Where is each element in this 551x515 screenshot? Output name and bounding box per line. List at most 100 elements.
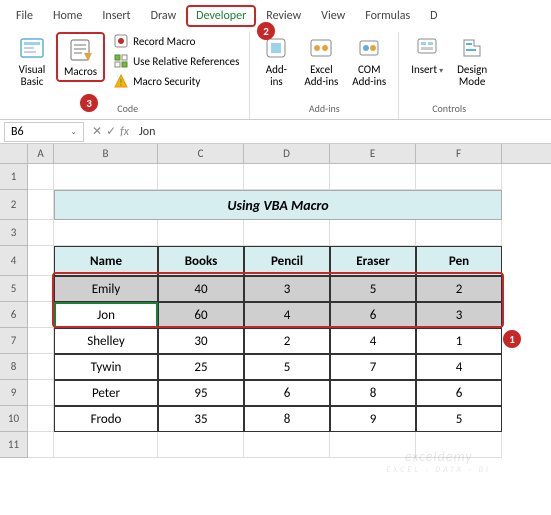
tab-overflow[interactable]: D xyxy=(420,5,447,27)
table-cell[interactable]: Frodo xyxy=(54,406,158,432)
cell[interactable] xyxy=(244,164,330,190)
col-header-C[interactable]: C xyxy=(158,144,244,163)
tab-file[interactable]: File xyxy=(6,5,43,27)
table-cell[interactable]: 35 xyxy=(158,406,244,432)
row-header[interactable]: 9 xyxy=(0,380,28,406)
name-box[interactable]: B6 ⌄ xyxy=(4,122,84,142)
table-cell[interactable]: 4 xyxy=(244,302,330,328)
table-cell[interactable]: Emily xyxy=(54,276,158,302)
table-cell[interactable]: 9 xyxy=(330,406,416,432)
cell[interactable] xyxy=(28,354,54,380)
table-cell[interactable]: 4 xyxy=(330,328,416,354)
cell[interactable] xyxy=(158,432,244,458)
cell[interactable] xyxy=(54,220,158,246)
table-header[interactable]: Name xyxy=(54,246,158,276)
tab-formulas[interactable]: Formulas xyxy=(355,5,420,27)
table-header[interactable]: Pen xyxy=(416,246,502,276)
cell[interactable] xyxy=(330,220,416,246)
cell[interactable] xyxy=(28,220,54,246)
cancel-icon[interactable]: ✕ xyxy=(92,124,102,139)
col-header-F[interactable]: F xyxy=(416,144,502,163)
tab-developer[interactable]: Developer xyxy=(186,5,256,27)
cell[interactable] xyxy=(330,164,416,190)
table-cell[interactable]: 8 xyxy=(244,406,330,432)
cell[interactable] xyxy=(28,190,54,220)
table-cell[interactable]: 5 xyxy=(416,406,502,432)
chevron-down-icon[interactable]: ⌄ xyxy=(70,127,77,137)
excel-addins-button[interactable]: Excel Add-ins xyxy=(300,32,342,90)
design-mode-button[interactable]: Design Mode xyxy=(453,32,491,90)
enter-icon[interactable]: ✓ xyxy=(106,124,116,139)
row-header[interactable]: 8 xyxy=(0,354,28,380)
row-header[interactable]: 11 xyxy=(0,432,28,458)
col-header-B[interactable]: B xyxy=(54,144,158,163)
cell[interactable] xyxy=(416,220,502,246)
table-cell[interactable]: 5 xyxy=(330,276,416,302)
visual-basic-button[interactable]: Visual Basic xyxy=(14,32,50,90)
cell[interactable] xyxy=(28,328,54,354)
table-header[interactable]: Books xyxy=(158,246,244,276)
table-cell[interactable]: 2 xyxy=(244,328,330,354)
table-cell[interactable]: Peter xyxy=(54,380,158,406)
com-addins-button[interactable]: COM Add-ins xyxy=(348,32,390,90)
table-cell[interactable]: 25 xyxy=(158,354,244,380)
cell[interactable] xyxy=(28,302,54,328)
record-macro-button[interactable]: Record Macro xyxy=(111,32,241,50)
cell[interactable] xyxy=(28,276,54,302)
cell[interactable] xyxy=(54,432,158,458)
table-cell[interactable]: 6 xyxy=(244,380,330,406)
table-cell[interactable]: 5 xyxy=(244,354,330,380)
tab-draw[interactable]: Draw xyxy=(141,5,187,27)
insert-button[interactable]: Insert▾ xyxy=(407,32,447,78)
table-cell[interactable]: Tywin xyxy=(54,354,158,380)
cell[interactable] xyxy=(244,432,330,458)
cell[interactable] xyxy=(416,432,502,458)
row-header[interactable]: 6 xyxy=(0,302,28,328)
cell[interactable] xyxy=(244,220,330,246)
table-cell[interactable]: 95 xyxy=(158,380,244,406)
table-cell[interactable]: 3 xyxy=(244,276,330,302)
tab-home[interactable]: Home xyxy=(43,5,92,27)
table-cell[interactable]: 7 xyxy=(330,354,416,380)
tab-view[interactable]: View xyxy=(311,5,355,27)
table-cell[interactable]: 30 xyxy=(158,328,244,354)
select-all-corner[interactable] xyxy=(0,144,28,163)
use-relative-button[interactable]: Use Relative References xyxy=(111,52,241,70)
row-header[interactable]: 7 xyxy=(0,328,28,354)
row-header[interactable]: 10 xyxy=(0,406,28,432)
table-cell[interactable]: 40 xyxy=(158,276,244,302)
macro-security-button[interactable]: Macro Security xyxy=(111,72,241,90)
macros-button[interactable]: Macros xyxy=(56,32,105,82)
cell[interactable] xyxy=(28,406,54,432)
row-header[interactable]: 2 xyxy=(0,190,28,220)
addins-button[interactable]: Add- ins xyxy=(258,32,294,90)
table-cell[interactable]: 2 xyxy=(416,276,502,302)
cell[interactable] xyxy=(158,220,244,246)
row-header[interactable]: 1 xyxy=(0,164,28,190)
cell[interactable] xyxy=(54,164,158,190)
cell[interactable] xyxy=(416,164,502,190)
table-cell[interactable]: 60 xyxy=(158,302,244,328)
cell[interactable] xyxy=(28,380,54,406)
table-cell[interactable]: 6 xyxy=(416,380,502,406)
table-cell[interactable]: 4 xyxy=(416,354,502,380)
cell[interactable] xyxy=(28,164,54,190)
col-header-A[interactable]: A xyxy=(28,144,54,163)
table-cell[interactable]: 3 xyxy=(416,302,502,328)
col-header-E[interactable]: E xyxy=(330,144,416,163)
row-header[interactable]: 3 xyxy=(0,220,28,246)
table-title[interactable]: Using VBA Macro xyxy=(54,190,502,220)
formula-input[interactable]: Jon xyxy=(133,123,551,141)
active-cell[interactable]: Jon xyxy=(54,302,158,328)
cell[interactable] xyxy=(28,246,54,276)
cell[interactable] xyxy=(330,432,416,458)
tab-insert[interactable]: Insert xyxy=(92,5,140,27)
fx-icon[interactable]: fx xyxy=(120,125,129,139)
table-cell[interactable]: 8 xyxy=(330,380,416,406)
row-header[interactable]: 5 xyxy=(0,276,28,302)
table-header[interactable]: Eraser xyxy=(330,246,416,276)
row-header[interactable]: 4 xyxy=(0,246,28,276)
table-header[interactable]: Pencil xyxy=(244,246,330,276)
table-cell[interactable]: Shelley xyxy=(54,328,158,354)
cell[interactable] xyxy=(158,164,244,190)
